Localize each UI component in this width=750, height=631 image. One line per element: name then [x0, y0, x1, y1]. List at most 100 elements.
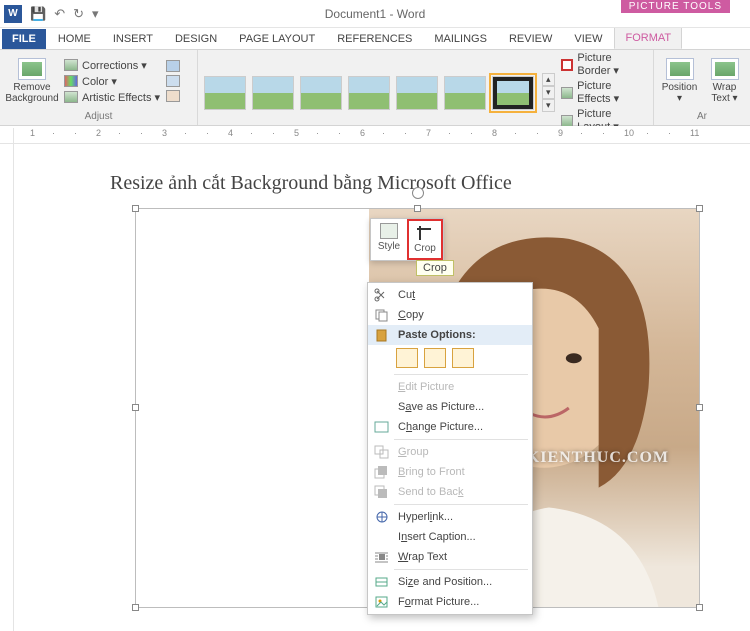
artistic-effects-button[interactable]: Artistic Effects ▾ [64, 91, 160, 104]
horizontal-ruler[interactable]: 1··2··3··4··5··6··7··8··9··10··11 [0, 126, 750, 144]
resize-handle[interactable] [696, 604, 703, 611]
mini-toolbar: Style Crop [370, 218, 444, 261]
ctx-hyperlink[interactable]: Hyperlink... [368, 507, 532, 527]
document-heading: Resize ảnh cắt Background bằng Microsoft… [110, 172, 512, 195]
tab-page-layout[interactable]: PAGE LAYOUT [229, 29, 325, 49]
ctx-bring-front: Bring to Front [368, 462, 532, 482]
tab-review[interactable]: REVIEW [499, 29, 562, 49]
ctx-group: Group [368, 442, 532, 462]
reset-button[interactable] [166, 90, 180, 102]
color-button[interactable]: Color ▾ [64, 75, 160, 88]
ctx-paste-options-label: Paste Options: [368, 325, 532, 345]
change-picture-ribbon-button[interactable] [166, 75, 180, 87]
wrap-text-icon [711, 58, 739, 80]
ctx-copy[interactable]: Copy [368, 305, 532, 325]
ctx-wrap-text[interactable]: Wrap Text [368, 547, 532, 567]
change-picture-icon [166, 75, 180, 87]
remove-background-icon [18, 58, 46, 80]
crop-icon [416, 225, 434, 241]
ctx-change-picture[interactable]: Change Picture... [368, 417, 532, 437]
position-button[interactable]: Position ▾ [660, 58, 699, 104]
style-thumb[interactable] [444, 76, 486, 110]
style-thumb-selected[interactable] [492, 76, 534, 110]
style-icon [380, 223, 398, 239]
mini-crop-label: Crop [414, 243, 436, 254]
size-icon [374, 575, 390, 589]
format-picture-icon [374, 595, 390, 609]
paste-option-merge[interactable] [424, 348, 446, 368]
color-label: Color ▾ [82, 75, 117, 88]
resize-handle[interactable] [132, 604, 139, 611]
remove-background-button[interactable]: Remove Background [6, 58, 58, 104]
style-thumb[interactable] [300, 76, 342, 110]
picture-tools-label: PICTURE TOOLS [621, 0, 730, 13]
style-thumb[interactable] [252, 76, 294, 110]
ctx-save-as-picture[interactable]: Save as Picture... [368, 397, 532, 417]
ctx-send-back: Send to Back [368, 482, 532, 502]
group-adjust-label: Adjust [6, 110, 191, 123]
picture-effects-label: Picture Effects ▾ [577, 80, 647, 105]
ctx-insert-caption[interactable]: Insert Caption... [368, 527, 532, 547]
style-thumb[interactable] [348, 76, 390, 110]
compress-icon [166, 60, 180, 72]
change-picture-icon [374, 420, 390, 434]
reset-icon [166, 90, 180, 102]
paste-option-picture[interactable] [452, 348, 474, 368]
tab-home[interactable]: HOME [48, 29, 101, 49]
picture-styles-gallery[interactable] [204, 76, 534, 110]
ctx-size-position[interactable]: Size and Position... [368, 572, 532, 592]
send-back-icon [374, 485, 390, 499]
vertical-ruler[interactable] [13, 128, 14, 631]
mini-crop-button[interactable]: Crop [407, 219, 443, 260]
resize-handle[interactable] [132, 404, 139, 411]
tab-file[interactable]: FILE [2, 29, 46, 49]
picture-layout-icon [561, 115, 574, 127]
save-icon[interactable]: 💾 [30, 6, 46, 22]
style-thumb[interactable] [204, 76, 246, 110]
tab-insert[interactable]: INSERT [103, 29, 163, 49]
rotate-handle[interactable] [412, 187, 424, 199]
picture-effects-button[interactable]: Picture Effects ▾ [561, 80, 647, 105]
picture-effects-icon [561, 87, 574, 99]
picture-border-button[interactable]: Picture Border ▾ [561, 52, 647, 77]
tab-design[interactable]: DESIGN [165, 29, 227, 49]
tab-mailings[interactable]: MAILINGS [424, 29, 497, 49]
style-thumb[interactable] [396, 76, 438, 110]
paste-icon [374, 328, 390, 342]
redo-icon[interactable]: ↻ [73, 6, 84, 22]
ctx-edit-picture: Edit Picture [368, 377, 532, 397]
tab-format[interactable]: FORMAT [614, 27, 682, 49]
qat-customize-icon[interactable]: ▾ [92, 6, 99, 22]
artistic-label: Artistic Effects ▾ [82, 91, 160, 104]
position-icon [666, 58, 694, 80]
gallery-down-icon[interactable]: ▾ [542, 86, 555, 99]
hyperlink-icon [374, 510, 390, 524]
resize-handle[interactable] [696, 404, 703, 411]
resize-handle[interactable] [414, 205, 421, 212]
mini-style-button[interactable]: Style [371, 219, 407, 260]
corrections-icon [64, 59, 78, 71]
position-label: Position ▾ [660, 82, 699, 104]
tab-references[interactable]: REFERENCES [327, 29, 422, 49]
ctx-cut[interactable]: Cut [368, 285, 532, 305]
color-icon [64, 75, 78, 87]
corrections-label: Corrections ▾ [82, 59, 147, 72]
scissors-icon [374, 288, 390, 302]
artistic-effects-icon [64, 91, 78, 103]
corrections-button[interactable]: Corrections ▾ [64, 59, 160, 72]
resize-handle[interactable] [132, 205, 139, 212]
wrap-text-label: Wrap Text ▾ [705, 82, 744, 104]
resize-handle[interactable] [696, 205, 703, 212]
ctx-format-picture[interactable]: Format Picture... [368, 592, 532, 612]
undo-icon[interactable]: ↶ [54, 6, 65, 22]
crop-tooltip: Crop [416, 260, 454, 276]
gallery-up-icon[interactable]: ▴ [542, 73, 555, 86]
compress-button[interactable] [166, 60, 180, 72]
wrap-text-button[interactable]: Wrap Text ▾ [705, 58, 744, 104]
group-arrange-label: Ar [660, 110, 744, 123]
word-icon: W [4, 5, 22, 23]
tab-view[interactable]: VIEW [564, 29, 612, 49]
gallery-more-icon[interactable]: ▾ [542, 99, 555, 112]
picture-border-label: Picture Border ▾ [577, 52, 647, 77]
paste-option-keep-source[interactable] [396, 348, 418, 368]
